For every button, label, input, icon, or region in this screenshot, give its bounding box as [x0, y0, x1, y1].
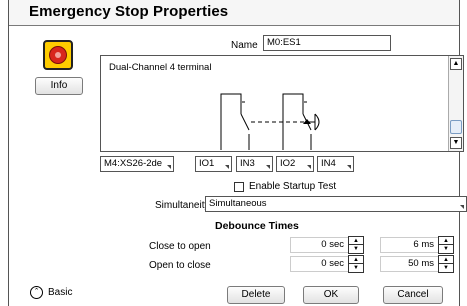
cancel-button[interactable]: Cancel [383, 286, 443, 304]
simultaneity-dropdown[interactable]: Simultaneous [205, 196, 467, 212]
scroll-down-button[interactable]: ▼ [450, 137, 462, 149]
name-label: Name [231, 40, 258, 51]
terminal-value: IN3 [240, 158, 255, 169]
open-to-close-ms-spinner[interactable]: ▲ ▼ [438, 255, 454, 273]
title-bar: Emergency Stop Properties [9, 0, 459, 26]
terminal-value: IO2 [280, 158, 296, 169]
basic-toggle-label[interactable]: Basic [48, 287, 72, 298]
close-to-open-sec-field[interactable]: 0 sec [290, 237, 348, 253]
module-dropdown[interactable]: M4:XS26-2de [100, 156, 174, 172]
info-button[interactable]: Info [35, 77, 83, 95]
open-to-close-label: Open to close [149, 260, 211, 271]
close-to-open-label: Close to open [149, 241, 211, 252]
open-to-close-sec-field[interactable]: 0 sec [290, 256, 348, 272]
terminal-dropdown-4[interactable]: IN4 [317, 156, 354, 172]
terminal-value: IO1 [199, 158, 215, 169]
dialog-title: Emergency Stop Properties [29, 3, 229, 20]
terminal-dropdown-2[interactable]: IN3 [236, 156, 273, 172]
close-to-open-ms-field[interactable]: 6 ms [380, 237, 438, 253]
name-field[interactable]: M0:ES1 [263, 35, 391, 51]
emergency-stop-icon [43, 40, 73, 70]
dropdown-arrow-icon [460, 205, 464, 209]
startup-test-checkbox[interactable] [234, 182, 244, 192]
debounce-title: Debounce Times [215, 220, 299, 232]
dropdown-arrow-icon [347, 165, 351, 169]
dual-channel-circuit-diagram [220, 93, 320, 150]
dropdown-arrow-icon [266, 165, 270, 169]
simultaneity-value: Simultaneous [209, 198, 267, 209]
open-to-close-sec-spinner[interactable]: ▲ ▼ [348, 255, 364, 273]
dropdown-arrow-icon [167, 165, 171, 169]
dropdown-arrow-icon [225, 165, 229, 169]
terminal-value: IN4 [321, 158, 336, 169]
simultaneity-label: Simultaneity [155, 200, 210, 211]
close-to-open-ms-spinner[interactable]: ▲ ▼ [438, 236, 454, 254]
chevron-up-icon[interactable]: ⌃ [30, 286, 43, 299]
description-box[interactable]: Dual-Channel 4 terminal ▲ ▼ [100, 55, 464, 152]
ok-button[interactable]: OK [303, 286, 359, 304]
open-to-close-ms-field[interactable]: 50 ms [380, 256, 438, 272]
dropdown-arrow-icon [307, 165, 311, 169]
terminal-dropdown-3[interactable]: IO2 [276, 156, 314, 172]
description-scrollbar[interactable]: ▲ ▼ [448, 56, 463, 151]
startup-test-label: Enable Startup Test [249, 181, 337, 192]
emergency-stop-dialog: Emergency Stop Properties Info Name M0:E… [8, 0, 467, 306]
scroll-thumb[interactable] [450, 120, 462, 134]
terminal-dropdown-1[interactable]: IO1 [195, 156, 232, 172]
delete-button[interactable]: Delete [227, 286, 285, 304]
module-value: M4:XS26-2de [104, 158, 163, 169]
close-to-open-sec-spinner[interactable]: ▲ ▼ [348, 236, 364, 254]
description-text: Dual-Channel 4 terminal [109, 62, 212, 73]
scroll-up-button[interactable]: ▲ [450, 58, 462, 70]
